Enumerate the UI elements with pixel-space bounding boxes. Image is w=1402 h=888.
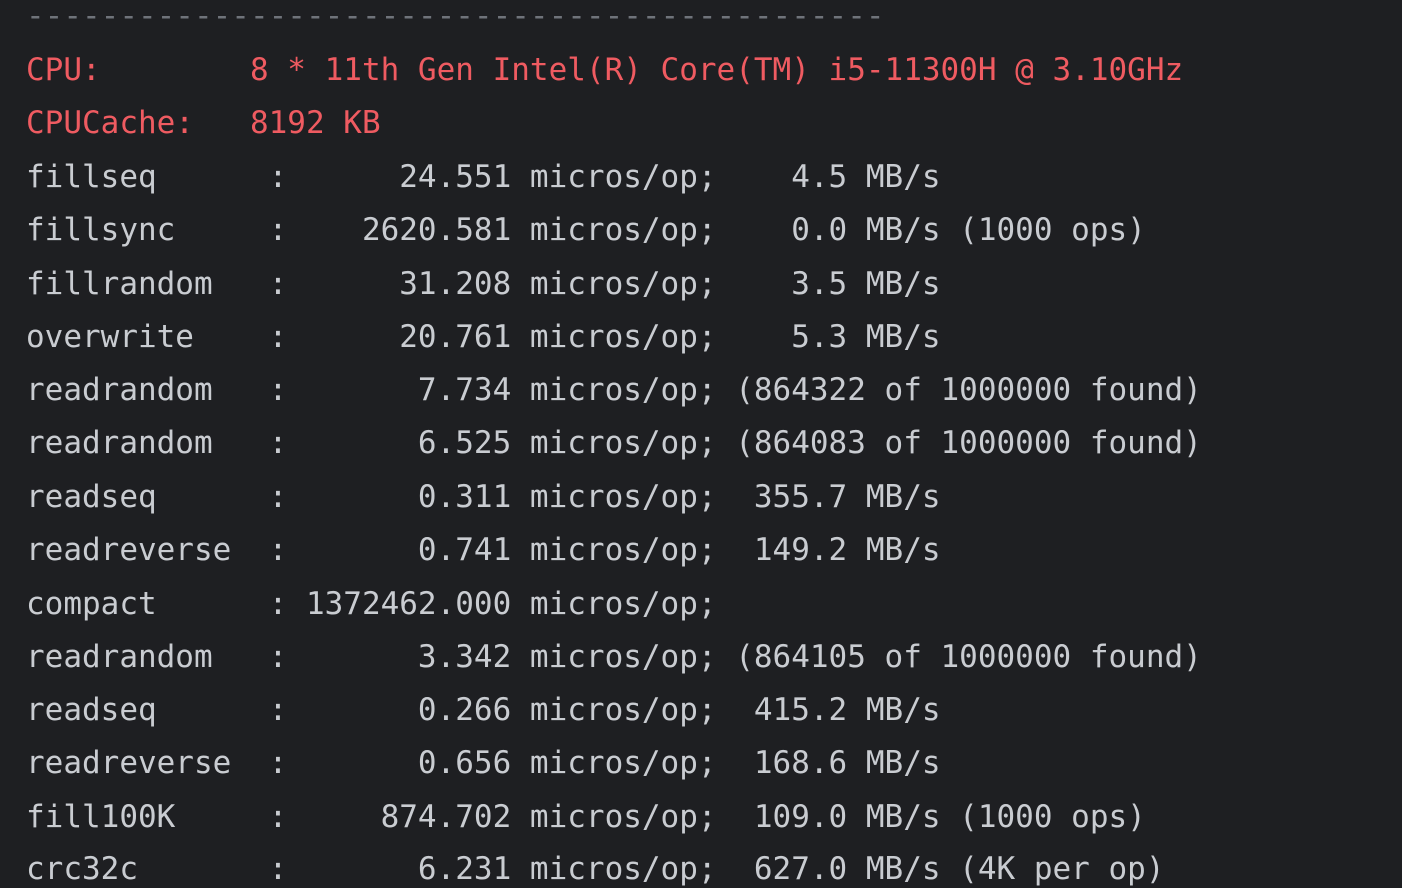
cpu-cache-line: CPUCache: 8192 KB [26, 105, 381, 141]
separator-line: ----------------------------------------… [26, 0, 885, 34]
result-line-fillrandom: fillrandom : 31.208 micros/op; 3.5 MB/s [26, 266, 941, 302]
result-line-fill100k: fill100K : 874.702 micros/op; 109.0 MB/s… [26, 799, 1146, 835]
result-line-readseq-1: readseq : 0.311 micros/op; 355.7 MB/s [26, 479, 941, 515]
result-line-readreverse-2: readreverse : 0.656 micros/op; 168.6 MB/… [26, 745, 941, 781]
result-line-compact: compact : 1372462.000 micros/op; [26, 586, 717, 622]
result-line-readseq-2: readseq : 0.266 micros/op; 415.2 MB/s [26, 692, 941, 728]
result-line-readrandom-1: readrandom : 7.734 micros/op; (864322 of… [26, 372, 1202, 408]
cpu-info-line: CPU: 8 * 11th Gen Intel(R) Core(TM) i5-1… [26, 52, 1184, 88]
result-line-readrandom-2: readrandom : 6.525 micros/op; (864083 of… [26, 425, 1202, 461]
result-line-fillsync: fillsync : 2620.581 micros/op; 0.0 MB/s … [26, 212, 1146, 248]
result-line-fillseq: fillseq : 24.551 micros/op; 4.5 MB/s [26, 159, 941, 195]
result-line-readreverse-1: readreverse : 0.741 micros/op; 149.2 MB/… [26, 532, 941, 568]
result-line-overwrite: overwrite : 20.761 micros/op; 5.3 MB/s [26, 319, 941, 355]
result-line-readrandom-3: readrandom : 3.342 micros/op; (864105 of… [26, 639, 1202, 675]
terminal-output[interactable]: ----------------------------------------… [0, 0, 1402, 888]
result-line-crc32c: crc32c : 6.231 micros/op; 627.0 MB/s (4K… [26, 851, 1165, 887]
